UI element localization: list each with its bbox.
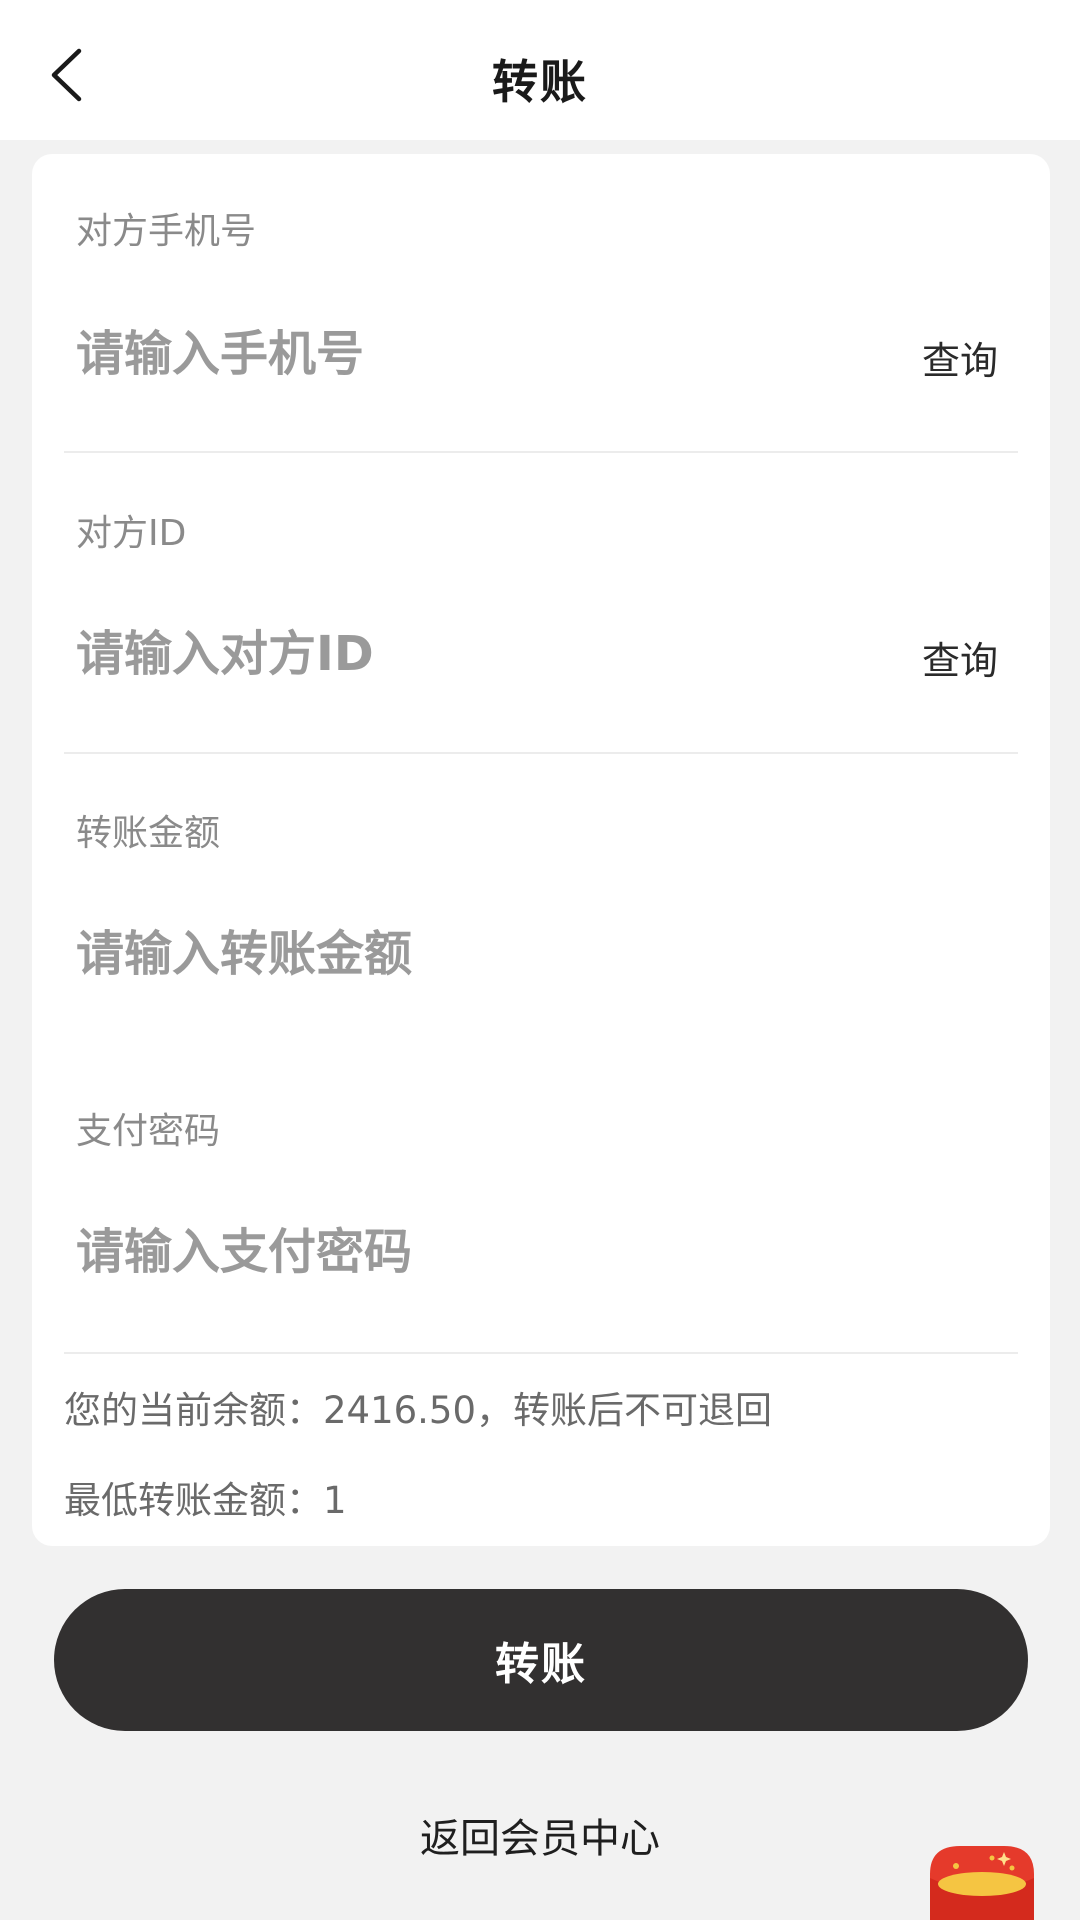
top-header: 转账	[0, 0, 1080, 140]
phone-input[interactable]	[76, 314, 836, 394]
amount-label: 转账金额	[76, 813, 221, 854]
phone-query-button[interactable]: 查询	[922, 330, 998, 385]
divider	[64, 752, 1018, 754]
password-label: 支付密码	[76, 1111, 221, 1152]
red-envelope-button[interactable]	[920, 1844, 1044, 1920]
password-input[interactable]	[76, 1212, 836, 1292]
user-id-label: 对方ID	[76, 513, 187, 554]
phone-label: 对方手机号	[76, 211, 257, 252]
page-title: 转账	[492, 55, 588, 109]
back-to-member-center-link[interactable]: 返回会员中心	[0, 1806, 1080, 1864]
divider	[64, 451, 1018, 453]
min-amount-notice: 最低转账金额：1	[64, 1479, 347, 1522]
red-envelope-icon	[930, 1846, 1034, 1920]
amount-input[interactable]	[76, 914, 836, 994]
user-id-input[interactable]	[76, 614, 836, 694]
user-id-query-button[interactable]: 查询	[922, 630, 998, 685]
balance-notice: 您的当前余额：2416.50，转账后不可退回	[64, 1389, 773, 1432]
transfer-submit-button[interactable]: 转账	[54, 1589, 1028, 1731]
divider	[64, 1352, 1018, 1354]
transfer-form-card: 对方手机号 查询 对方ID 查询 转账金额 支付密码 您的当前余额：2416.5…	[32, 154, 1050, 1546]
